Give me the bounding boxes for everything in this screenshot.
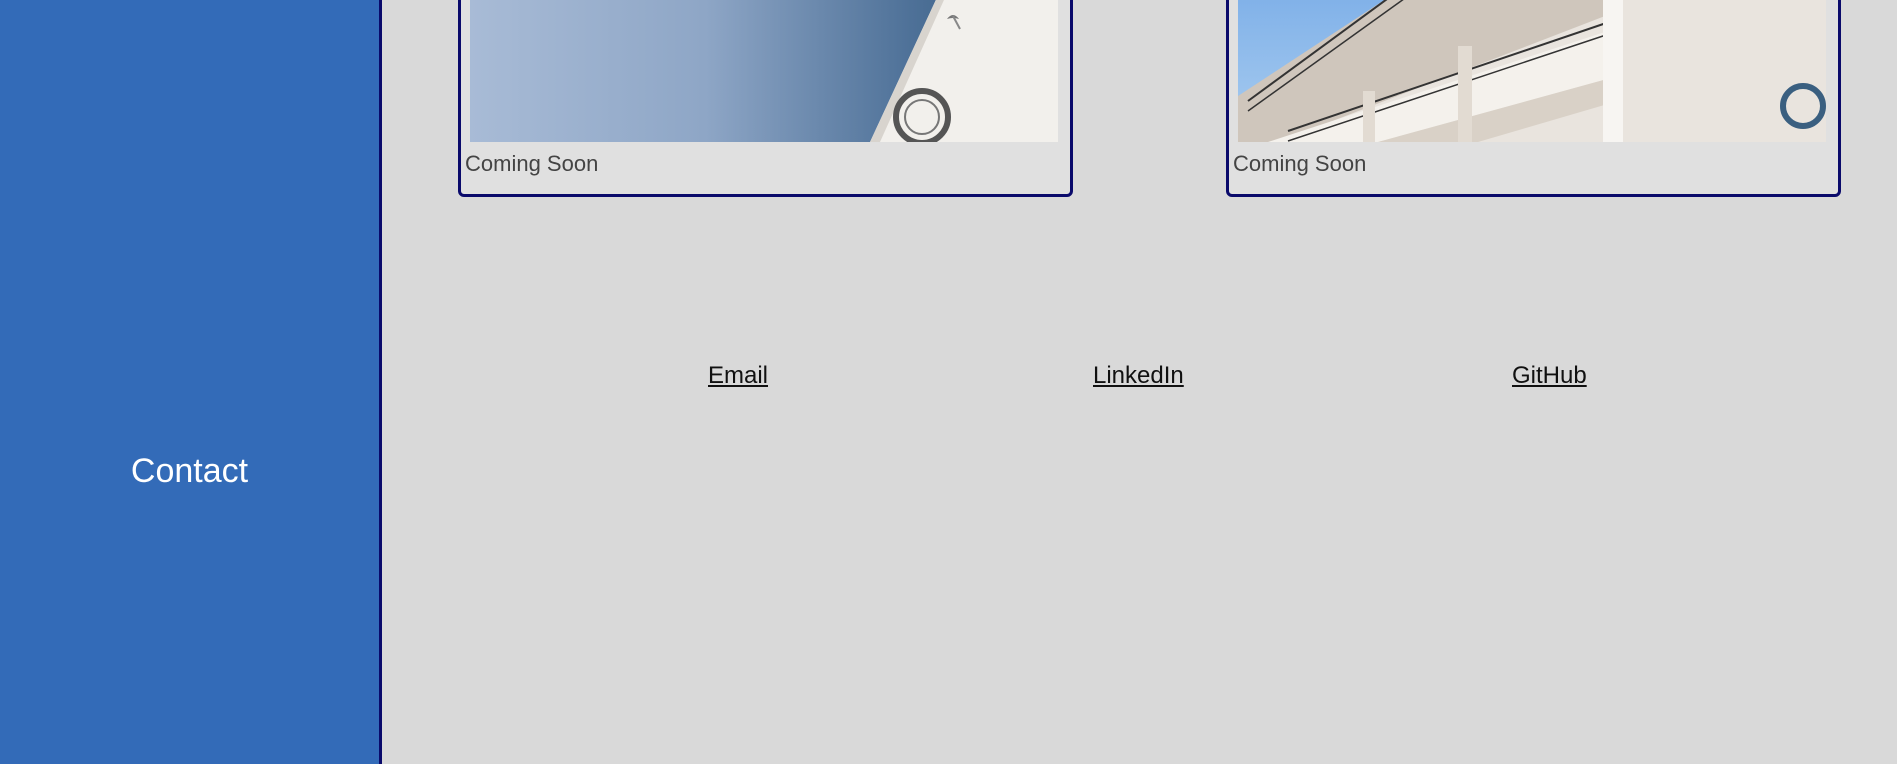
- page: Contact Coming Soon Coming Soon Email Li…: [0, 0, 1897, 764]
- project-card[interactable]: Coming Soon: [458, 0, 1073, 197]
- github-link[interactable]: GitHub: [1512, 362, 1587, 390]
- balcony-photo-icon: [1238, 0, 1826, 142]
- sidebar-contact-label: Contact: [130, 452, 249, 490]
- contact-links: Email LinkedIn GitHub: [382, 362, 1897, 396]
- linkedin-link[interactable]: LinkedIn: [1093, 362, 1184, 390]
- building-photo-icon: [470, 0, 1058, 142]
- project-caption: Coming Soon: [1233, 151, 1367, 176]
- email-link[interactable]: Email: [708, 362, 768, 390]
- project-caption: Coming Soon: [465, 151, 599, 176]
- project-card[interactable]: Coming Soon: [1226, 0, 1841, 197]
- sidebar: Contact: [0, 0, 382, 764]
- main-content: Coming Soon Coming Soon Email LinkedIn G…: [382, 0, 1897, 764]
